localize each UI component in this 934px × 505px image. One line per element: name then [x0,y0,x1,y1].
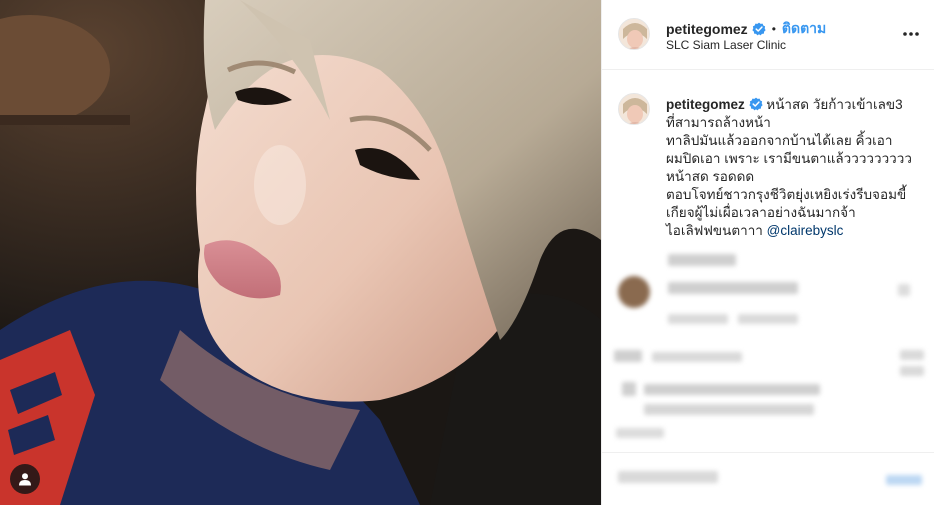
caption-text-line: ทาลิปมันแล้วออกจากบ้านได้เลย คิ้วเอา [666,133,893,148]
user-tag-button[interactable] [10,464,40,494]
header-separator: • [771,22,776,36]
blurred-like-icon [898,284,910,296]
comment-input-bar [602,452,934,505]
blurred-text [652,352,742,362]
caption-text-line: หน้าสด วัยก้าวเข้าเลข3 [766,97,903,112]
blurred-text [900,350,924,360]
caption-text-line: ไอเลิฟฟขนตาาา [666,223,763,238]
caption-text-line: เกียจผู้ไม่เผื่อเวลาอย่างฉันมากจ้า [666,205,856,220]
post-location[interactable]: SLC Siam Laser Clinic [666,38,786,52]
caption-first-line: petitegomez หน้าสด วัยก้าวเข้าเลข3 [666,96,928,114]
blurred-text [668,314,728,324]
blurred-text [644,404,814,415]
blurred-text [616,428,664,438]
caption-text-line: ผมปิดเอา เพราะ เรามีขนตาแล้ววววววววว [666,151,912,166]
post-photo[interactable] [0,0,601,505]
blurred-text [738,314,798,324]
avatar-image [619,19,649,49]
caption-mention-link[interactable]: @clairebyslc [767,223,844,238]
caption-username[interactable]: petitegomez [666,97,745,112]
blurred-text [614,350,642,362]
blurred-text [900,366,924,376]
blurred-comment-avatar [618,276,650,308]
post-caption: petitegomez หน้าสด วัยก้าวเข้าเลข3 ที่สา… [666,96,928,240]
blurred-text [622,382,636,396]
selfie-image [0,0,601,505]
blurred-post-button [886,475,922,485]
verified-badge-icon [748,97,763,111]
caption-text-line: ตอบโจทย์ชาวกรุงชีวิตยุ่งเหยิงเร่งรีบจอมข… [666,187,907,202]
blurred-text [618,471,718,483]
blurred-text [644,384,820,395]
caption-last-line: ไอเลิฟฟขนตาาา @clairebyslc [666,222,928,240]
author-avatar[interactable] [618,18,650,50]
author-username[interactable]: petitegomez [666,21,748,37]
post-header: petitegomez • ติดตาม SLC Siam Laser Clin… [602,0,934,70]
blurred-text [668,254,736,266]
more-options-icon[interactable] [901,24,921,44]
verified-badge-icon [752,22,766,36]
follow-button[interactable]: ติดตาม [782,18,826,40]
caption-text-line: ที่สามารถล้างหน้า [666,115,771,130]
user-tag-icon [19,473,31,486]
header-title-row: petitegomez • ติดตาม [666,18,826,40]
avatar-image [619,94,649,124]
caption-text-line: หน้าสด รอดดด [666,169,755,184]
caption-author-avatar[interactable] [618,93,650,125]
blurred-text [668,282,798,294]
post-side-panel: petitegomez • ติดตาม SLC Siam Laser Clin… [601,0,934,505]
